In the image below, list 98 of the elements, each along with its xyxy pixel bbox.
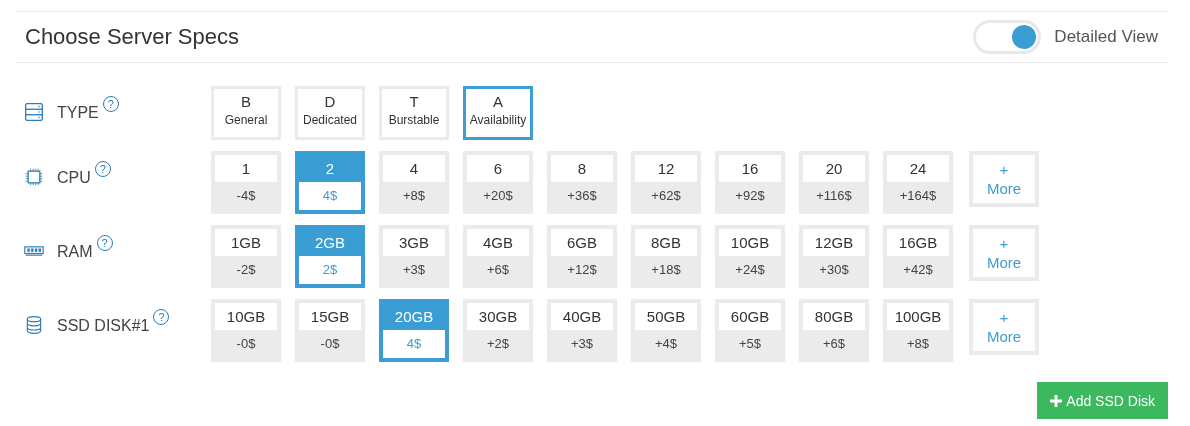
spec-option[interactable]: 16GB +42$ xyxy=(883,225,953,288)
spec-option[interactable]: 6 +20$ xyxy=(463,151,533,214)
option-price: +18$ xyxy=(650,261,682,279)
spec-option[interactable]: 20 +116$ xyxy=(799,151,869,214)
toggle-switch[interactable] xyxy=(973,20,1042,54)
option-price: -0$ xyxy=(235,335,257,353)
option-value: 16GB xyxy=(887,229,949,256)
spec-option[interactable]: 4 +8$ xyxy=(379,151,449,214)
option-value: 30GB xyxy=(467,303,529,330)
type-code: B xyxy=(241,93,251,110)
spec-option[interactable]: 8 +36$ xyxy=(547,151,617,214)
option-value: 8 xyxy=(551,155,613,182)
type-option[interactable]: A Availability xyxy=(463,86,533,140)
type-option[interactable]: T Burstable xyxy=(379,86,449,140)
option-value: 24 xyxy=(887,155,949,182)
spec-option[interactable]: 60GB +5$ xyxy=(715,299,785,362)
option-value: 4 xyxy=(383,155,445,182)
option-price: 4$ xyxy=(299,182,361,210)
option-value: 20 xyxy=(803,155,865,182)
type-option[interactable]: B General xyxy=(211,86,281,140)
option-value: 3GB xyxy=(383,229,445,256)
option-price: +6$ xyxy=(821,335,847,353)
spec-option[interactable]: 1 -4$ xyxy=(211,151,281,214)
option-value: 12 xyxy=(635,155,697,182)
option-price: +164$ xyxy=(898,187,938,205)
option-price: +3$ xyxy=(569,335,595,353)
spec-option[interactable]: 30GB +2$ xyxy=(463,299,533,362)
option-value: 1GB xyxy=(215,229,277,256)
server-icon xyxy=(24,102,44,122)
type-name: Dedicated xyxy=(302,113,357,127)
spec-label: CPU xyxy=(57,169,91,187)
option-value: 10GB xyxy=(215,303,277,330)
spec-option[interactable]: 50GB +4$ xyxy=(631,299,701,362)
option-price: -0$ xyxy=(319,335,341,353)
section-title: Choose Server Specs xyxy=(25,24,239,50)
option-value: 40GB xyxy=(551,303,613,330)
option-price: +8$ xyxy=(905,335,931,353)
spec-option[interactable]: 12 +62$ xyxy=(631,151,701,214)
spec-label: TYPE xyxy=(57,104,99,122)
type-name: Burstable xyxy=(388,113,440,127)
option-price: -2$ xyxy=(235,261,257,279)
option-value: 50GB xyxy=(635,303,697,330)
option-price: +2$ xyxy=(485,335,511,353)
option-price: +12$ xyxy=(566,261,598,279)
option-price: +6$ xyxy=(485,261,511,279)
option-value: 8GB xyxy=(635,229,697,256)
option-price: +5$ xyxy=(737,335,763,353)
option-value: 80GB xyxy=(803,303,865,330)
chip-icon xyxy=(24,167,44,187)
option-price: +4$ xyxy=(653,335,679,353)
spec-label: SSD DISK#1 xyxy=(57,317,150,335)
spec-option[interactable]: 10GB +24$ xyxy=(715,225,785,288)
option-price: +116$ xyxy=(815,187,853,205)
option-value: 16 xyxy=(719,155,781,182)
spec-option[interactable]: 8GB +18$ xyxy=(631,225,701,288)
option-price: 4$ xyxy=(383,330,445,358)
type-name: Availability xyxy=(469,113,527,127)
option-value: 1 xyxy=(215,155,277,182)
spec-option[interactable]: 4GB +6$ xyxy=(463,225,533,288)
spec-option[interactable]: 16 +92$ xyxy=(715,151,785,214)
option-price: +42$ xyxy=(902,261,934,279)
option-value: 60GB xyxy=(719,303,781,330)
option-price: -4$ xyxy=(235,187,257,205)
option-price: 2$ xyxy=(299,256,361,284)
option-value: 6 xyxy=(467,155,529,182)
option-value: 12GB xyxy=(803,229,865,256)
spec-option[interactable]: 24 +164$ xyxy=(883,151,953,214)
option-price: +30$ xyxy=(818,261,850,279)
spec-option[interactable]: 6GB +12$ xyxy=(547,225,617,288)
option-value: 15GB xyxy=(299,303,361,330)
type-code: A xyxy=(493,93,503,110)
option-price: +24$ xyxy=(734,261,766,279)
spec-option[interactable]: 10GB -0$ xyxy=(211,299,281,362)
option-value: 6GB xyxy=(551,229,613,256)
option-price: +8$ xyxy=(401,187,427,205)
toggle-label: Detailed View xyxy=(1054,27,1158,47)
option-price: +20$ xyxy=(482,187,514,205)
option-price: +36$ xyxy=(566,187,598,205)
option-price: +3$ xyxy=(401,261,427,279)
option-price: +62$ xyxy=(650,187,682,205)
spec-option[interactable]: 100GB +8$ xyxy=(883,299,953,362)
option-value: 100GB xyxy=(887,303,949,330)
spec-option[interactable]: 3GB +3$ xyxy=(379,225,449,288)
option-price: +92$ xyxy=(734,187,766,205)
spec-option[interactable]: 12GB +30$ xyxy=(799,225,869,288)
type-option[interactable]: D Dedicated xyxy=(295,86,365,140)
database-icon xyxy=(24,315,44,335)
option-value: 10GB xyxy=(719,229,781,256)
option-value: 4GB xyxy=(467,229,529,256)
plus-icon xyxy=(1050,394,1063,407)
spec-option[interactable]: 1GB -2$ xyxy=(211,225,281,288)
type-code: T xyxy=(409,93,419,110)
spec-option[interactable]: 15GB -0$ xyxy=(295,299,365,362)
spec-label: RAM xyxy=(57,243,93,261)
spec-option[interactable]: 40GB +3$ xyxy=(547,299,617,362)
type-name: General xyxy=(224,113,268,127)
type-code: D xyxy=(324,93,336,110)
spec-option[interactable]: 80GB +6$ xyxy=(799,299,869,362)
